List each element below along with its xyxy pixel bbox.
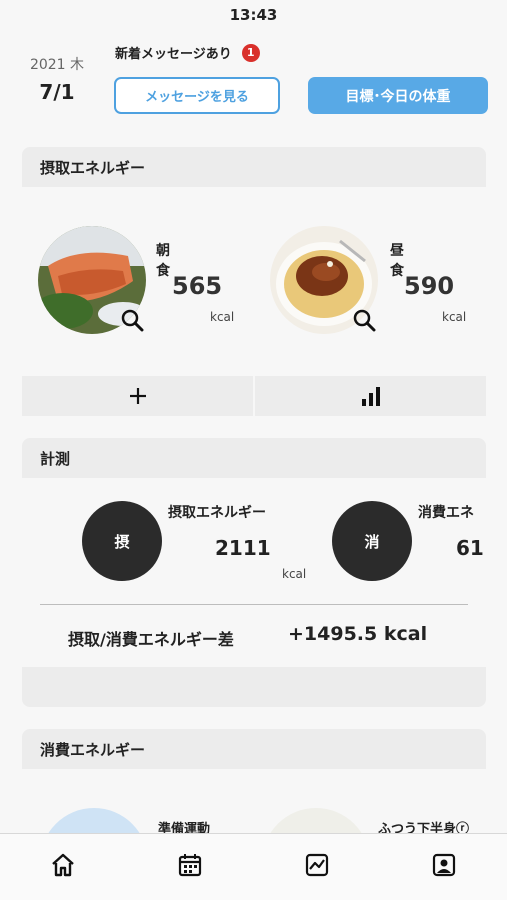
meal-kcal-value: 565	[172, 272, 223, 300]
status-bar: 13:43	[0, 0, 507, 30]
bottom-tab-bar	[0, 833, 507, 900]
add-meal-button[interactable]	[22, 376, 253, 416]
home-icon	[52, 853, 75, 877]
divider	[40, 604, 468, 605]
intake-energy-unit: kcal	[282, 567, 307, 581]
intake-badge: 摂	[82, 501, 162, 581]
tab-home[interactable]	[33, 845, 93, 885]
zoom-icon[interactable]	[120, 308, 144, 332]
meal-name: 朝食	[156, 243, 170, 279]
intake-section-header: 摂取エネルギー	[22, 147, 486, 187]
view-messages-button[interactable]: メッセージを見る	[114, 77, 280, 114]
expenditure-energy-value: 61	[456, 536, 484, 560]
expenditure-section-header: 消費エネルギー	[22, 729, 486, 769]
energy-diff-value: +1495.5 kcal	[288, 623, 428, 645]
intake-energy-label: 摂取エネルギー	[168, 505, 266, 521]
intake-action-row	[22, 376, 486, 416]
meal-kcal-unit: kcal	[442, 310, 467, 324]
tab-graph[interactable]	[287, 845, 347, 885]
new-message-notice: 新着メッセージあり 1	[115, 43, 260, 62]
meal-name: 昼食	[390, 243, 404, 279]
new-message-label: 新着メッセージあり	[115, 47, 232, 62]
calendar-icon	[179, 854, 202, 877]
expenditure-energy-label: 消費エネ	[418, 505, 474, 521]
profile-icon	[432, 853, 455, 877]
trend-chart-icon	[305, 853, 328, 877]
meal-kcal-value: 590	[404, 272, 455, 300]
bar-chart-icon	[361, 387, 380, 406]
meal-breakfast[interactable]: 朝食 565 kcal	[38, 226, 234, 334]
goal-weight-button[interactable]: 目標･今日の体重	[308, 77, 488, 114]
meal-lunch[interactable]: 昼食 590 kcal	[270, 226, 466, 334]
measurement-section-header: 計測	[22, 438, 486, 478]
plus-icon	[129, 388, 146, 404]
date-day: 7/1	[39, 80, 75, 104]
date-year-weekday: 2021 木	[29, 57, 85, 73]
message-count-badge: 1	[241, 43, 260, 62]
tab-calendar[interactable]	[160, 845, 220, 885]
energy-diff-label: 摂取/消費エネルギー差	[68, 630, 234, 649]
status-time: 13:43	[229, 6, 278, 24]
measurement-footer-bar	[22, 667, 486, 707]
tab-profile[interactable]	[414, 845, 474, 885]
zoom-icon[interactable]	[352, 308, 376, 332]
expenditure-badge: 消	[332, 501, 412, 581]
date-display: 2021 木 7/1	[22, 54, 92, 104]
intake-energy-value: 2111	[215, 536, 271, 560]
meal-kcal-unit: kcal	[210, 310, 235, 324]
intake-chart-button[interactable]	[255, 376, 486, 416]
